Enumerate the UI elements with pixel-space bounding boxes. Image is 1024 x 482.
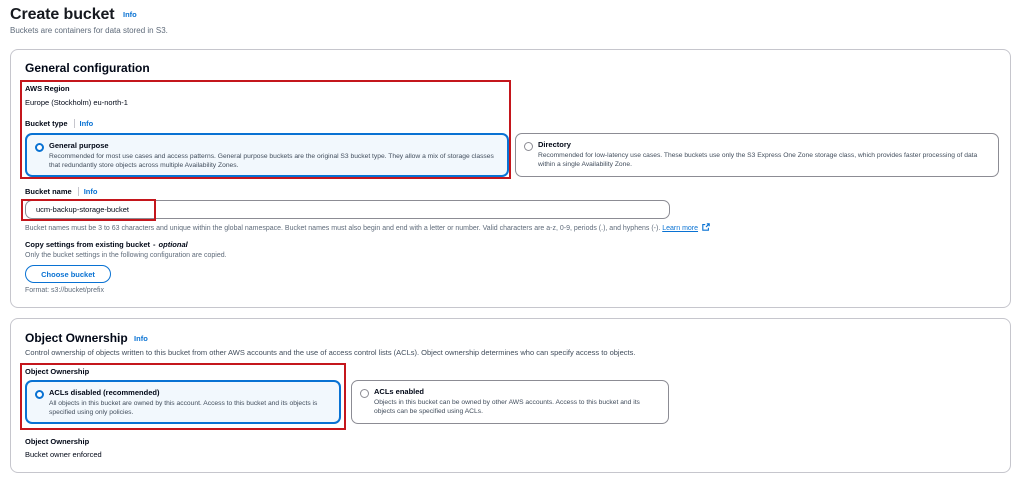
general-configuration-heading: General configuration xyxy=(25,61,150,75)
bucket-name-label: Bucket name Info xyxy=(25,187,97,196)
acls-enabled-radio[interactable] xyxy=(360,389,369,398)
aws-region-value: Europe (Stockholm) eu-north-1 xyxy=(25,98,128,107)
external-link-icon[interactable] xyxy=(702,223,710,231)
page-title: Create bucket xyxy=(10,6,115,23)
learn-more-link[interactable]: Learn more xyxy=(662,225,698,232)
aws-region-label: AWS Region xyxy=(25,84,70,93)
bucket-type-label: Bucket type Info xyxy=(25,119,93,128)
page-header: Create bucket Info Buckets are container… xyxy=(10,6,168,35)
copy-settings-label-text: Copy settings from existing bucket xyxy=(25,240,151,249)
bucket-name-label-text: Bucket name xyxy=(25,187,72,196)
copy-settings-optional: optional xyxy=(158,240,188,249)
copy-settings-hint: Only the bucket settings in the followin… xyxy=(25,252,227,259)
bucket-type-label-text: Bucket type xyxy=(25,119,68,128)
bucket-type-general-purpose-tile[interactable]: General purpose Recommended for most use… xyxy=(25,133,509,177)
acls-disabled-tile[interactable]: ACLs disabled (recommended) All objects … xyxy=(25,380,341,424)
page-subtitle: Buckets are containers for data stored i… xyxy=(10,26,168,35)
acls-enabled-description: Objects in this bucket can be owned by o… xyxy=(374,399,640,415)
page-info-link[interactable]: Info xyxy=(123,10,137,19)
object-ownership-group-label: Object Ownership xyxy=(25,367,90,376)
acls-disabled-description: All objects in this bucket are owned by … xyxy=(49,400,318,416)
directory-radio[interactable] xyxy=(524,142,533,151)
choose-bucket-button[interactable]: Choose bucket xyxy=(25,265,111,283)
object-ownership-description: Control ownership of objects written to … xyxy=(25,348,636,357)
bucket-type-info-link[interactable]: Info xyxy=(80,119,94,128)
format-hint: Format: s3://bucket/prefix xyxy=(25,287,104,294)
acls-enabled-tile[interactable]: ACLs enabled Objects in this bucket can … xyxy=(351,380,669,424)
copy-settings-label: Copy settings from existing bucket - opt… xyxy=(25,240,188,249)
label-divider xyxy=(73,119,75,128)
general-configuration-panel: General configuration AWS Region Europe … xyxy=(10,49,1011,308)
copy-settings-dash: - xyxy=(153,240,156,249)
object-ownership-info-link[interactable]: Info xyxy=(134,334,148,343)
general-purpose-title: General purpose xyxy=(49,141,109,150)
bucket-name-input[interactable] xyxy=(25,200,670,219)
bucket-name-hint: Bucket names must be 3 to 63 characters … xyxy=(25,223,785,232)
object-ownership-summary-label: Object Ownership xyxy=(25,437,90,446)
acls-enabled-title: ACLs enabled xyxy=(374,387,425,396)
directory-description: Recommended for low-latency use cases. T… xyxy=(538,152,978,168)
directory-title: Directory xyxy=(538,140,571,149)
acls-disabled-title: ACLs disabled (recommended) xyxy=(49,388,160,397)
object-ownership-heading-text: Object Ownership xyxy=(25,331,128,345)
bucket-name-info-link[interactable]: Info xyxy=(84,187,98,196)
object-ownership-panel: Object Ownership Info Control ownership … xyxy=(10,318,1011,473)
object-ownership-heading: Object Ownership Info xyxy=(25,331,148,345)
bucket-name-hint-text: Bucket names must be 3 to 63 characters … xyxy=(25,225,661,232)
object-ownership-summary-value: Bucket owner enforced xyxy=(25,450,102,459)
label-divider xyxy=(77,187,79,196)
bucket-type-directory-tile[interactable]: Directory Recommended for low-latency us… xyxy=(515,133,999,177)
general-purpose-description: Recommended for most use cases and acces… xyxy=(49,153,494,169)
general-purpose-radio[interactable] xyxy=(35,143,44,152)
acls-disabled-radio[interactable] xyxy=(35,390,44,399)
